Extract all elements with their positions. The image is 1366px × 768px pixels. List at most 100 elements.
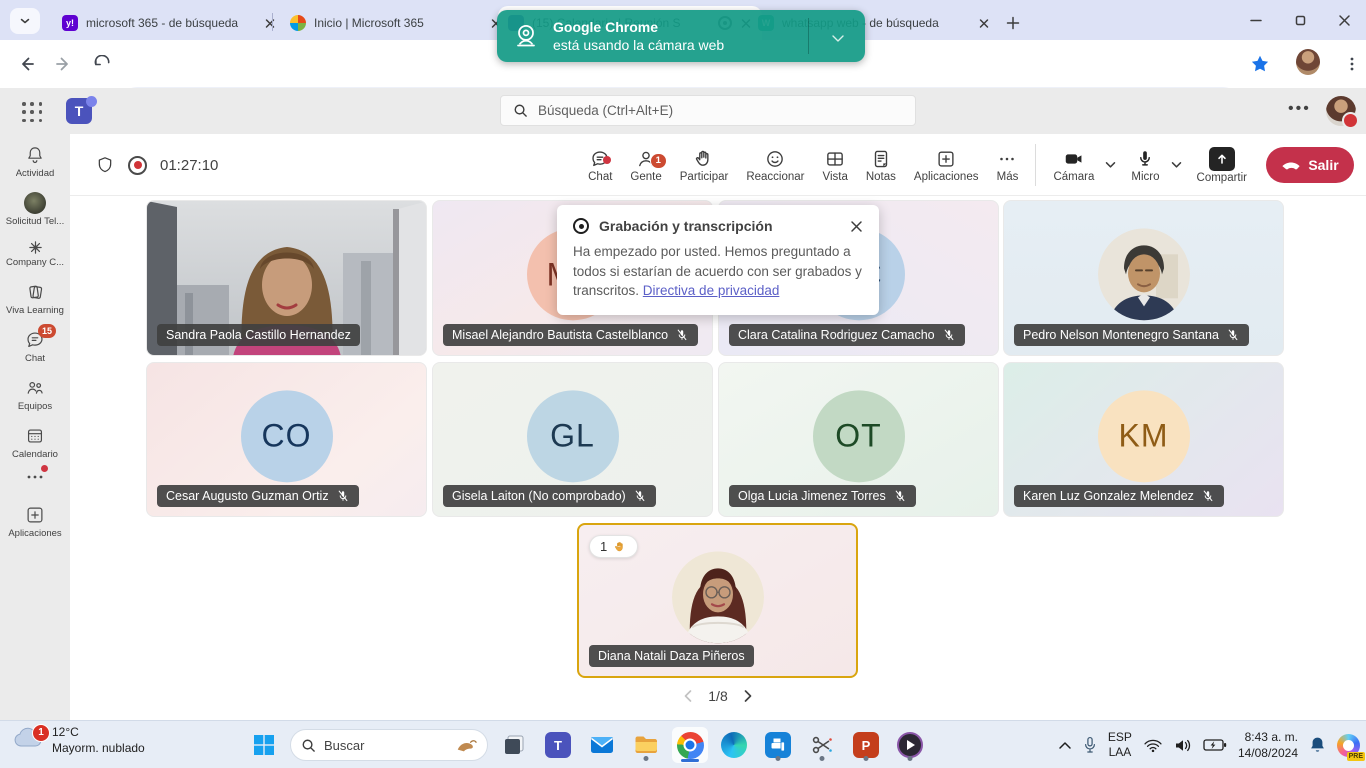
raise-hand-button[interactable]: Participar	[671, 148, 738, 183]
plus-icon	[1006, 16, 1020, 30]
tray-date: 14/08/2024	[1238, 745, 1298, 761]
camera-button[interactable]: Cámara	[1044, 148, 1103, 183]
wifi-icon[interactable]	[1143, 738, 1163, 753]
running-indicator	[820, 756, 825, 761]
window-maximize-button[interactable]	[1278, 0, 1322, 40]
taskbar-search[interactable]: Buscar	[290, 729, 488, 761]
tab-title: microsoft 365 - de búsqueda	[86, 16, 256, 30]
chevron-down-icon	[1171, 161, 1182, 169]
close-tab-icon[interactable]	[978, 18, 990, 29]
close-tab-icon[interactable]	[264, 18, 276, 29]
battery-charging-icon[interactable]	[1203, 738, 1227, 752]
sidebar-item-viva-learning[interactable]: Viva Learning	[0, 281, 70, 316]
clock[interactable]: 8:43 a. m. 14/08/2024	[1238, 729, 1298, 761]
participant-tile-olga[interactable]: OT Olga Lucia Jimenez Torres	[718, 362, 999, 517]
chat-button[interactable]: Chat	[579, 148, 621, 183]
next-page-icon[interactable]	[742, 689, 754, 703]
participant-tile-diana[interactable]: 1 Diana Natali Daza Piñeros	[577, 523, 858, 678]
teams-profile-avatar[interactable]	[1326, 96, 1356, 126]
meeting-stage: Sandra Paola Castillo Hernandez MC Misae…	[70, 196, 1366, 720]
webcam-icon	[511, 21, 541, 51]
avatar	[1296, 49, 1320, 75]
language-indicator[interactable]: ESP LAA	[1108, 730, 1132, 760]
participant-tile-karen[interactable]: KM Karen Luz Gonzalez Melendez	[1003, 362, 1284, 517]
taskbar-teams-icon[interactable]: T	[540, 727, 576, 763]
tab-m365-home[interactable]: Inicio | Microsoft 365	[280, 6, 512, 40]
new-tab-button[interactable]	[1000, 10, 1026, 36]
more-button[interactable]: Más	[987, 148, 1027, 183]
reload-button[interactable]	[90, 52, 114, 76]
mic-muted-icon	[633, 489, 647, 503]
profile-avatar[interactable]	[1296, 50, 1320, 74]
close-icon[interactable]	[850, 220, 863, 233]
taskbar-scan-app-icon[interactable]	[760, 727, 796, 763]
copilot-icon[interactable]: PRE	[1337, 734, 1360, 757]
back-button[interactable]	[14, 52, 38, 76]
chevron-down-icon	[19, 15, 31, 27]
forward-button[interactable]	[52, 52, 76, 76]
chrome-camera-notification[interactable]: Google Chrome está usando la cámara web	[497, 10, 865, 62]
taskbar-snipping-icon[interactable]	[804, 727, 840, 763]
sidebar-item-actividad[interactable]: Actividad	[0, 144, 70, 179]
sidebar-item-aplicaciones[interactable]: Aplicaciones	[0, 504, 70, 539]
notification-bell-icon[interactable]	[1309, 736, 1326, 754]
chrome-icon	[677, 732, 704, 759]
mic-options-chevron[interactable]	[1169, 156, 1184, 174]
apps-button[interactable]: Aplicaciones	[905, 148, 988, 183]
flower-icon	[28, 240, 43, 255]
taskbar-file-explorer-icon[interactable]	[628, 727, 664, 763]
sidebar-item-chat[interactable]: 15 Chat	[0, 329, 70, 364]
react-button[interactable]: Reaccionar	[737, 148, 813, 183]
sidebar-item-calendario[interactable]: Calendario	[0, 425, 70, 460]
taskbar-edge-icon[interactable]	[716, 727, 752, 763]
taskbar-mail-icon[interactable]	[584, 727, 620, 763]
sidebar-item-company[interactable]: Company C...	[0, 240, 70, 268]
sidebar-item-solicitud[interactable]: Solicitud Tel...	[0, 192, 70, 227]
edge-icon	[721, 732, 747, 758]
share-button[interactable]: Compartir	[1188, 147, 1256, 184]
mic-muted-icon	[1226, 328, 1240, 342]
view-button[interactable]: Vista	[814, 148, 857, 183]
participant-tile-pedro[interactable]: Pedro Nelson Montenegro Santana	[1003, 200, 1284, 356]
browser-menu-button[interactable]	[1340, 52, 1364, 76]
sidebar-item-equipos[interactable]: Equipos	[0, 377, 70, 412]
participant-nameplate: Cesar Augusto Guzman Ortiz	[157, 485, 359, 507]
sidebar-item-more[interactable]	[0, 473, 70, 481]
people-button[interactable]: 1 Gente	[621, 148, 670, 183]
calendar-icon	[24, 425, 46, 447]
task-view-button[interactable]	[496, 727, 532, 763]
bookmark-star-button[interactable]	[1248, 52, 1272, 76]
leave-button[interactable]: Salir	[1266, 147, 1354, 183]
chat-badge: 15	[38, 324, 56, 338]
avatar-photo	[1098, 228, 1190, 320]
presence-dot	[1342, 112, 1359, 129]
mic-button[interactable]: Micro	[1122, 148, 1168, 183]
mic-muted-icon	[893, 489, 907, 503]
tray-overflow-chevron[interactable]	[1058, 740, 1072, 750]
previous-page-icon[interactable]	[682, 689, 694, 703]
weather-temp: 12°C	[52, 724, 145, 740]
privacy-policy-link[interactable]: Directiva de privacidad	[643, 283, 780, 298]
taskbar-chrome-icon[interactable]	[672, 727, 708, 763]
participant-tile-sandra[interactable]: Sandra Paola Castillo Hernandez	[146, 200, 427, 356]
window-minimize-button[interactable]	[1234, 0, 1278, 40]
tray-mic-icon[interactable]	[1083, 736, 1097, 754]
tab-yahoo-search[interactable]: y! microsoft 365 - de búsqueda	[52, 6, 286, 40]
taskbar-powerpoint-icon[interactable]: P	[848, 727, 884, 763]
chevron-down-icon[interactable]	[831, 34, 845, 44]
taskbar-media-player-icon[interactable]	[892, 727, 928, 763]
participant-tile-cesar[interactable]: CO Cesar Augusto Guzman Ortiz	[146, 362, 427, 517]
window-close-button[interactable]	[1322, 0, 1366, 40]
teams-search-bar[interactable]: Búsqueda (Ctrl+Alt+E)	[500, 95, 916, 126]
app-launcher-button[interactable]	[22, 102, 44, 124]
screen: y! microsoft 365 - de búsqueda Inicio | …	[0, 0, 1366, 768]
speaker-icon[interactable]	[1174, 738, 1192, 753]
participant-tile-gisela[interactable]: GL Gisela Laiton (No comprobado)	[432, 362, 713, 517]
shield-icon[interactable]	[95, 155, 115, 175]
camera-options-chevron[interactable]	[1103, 156, 1118, 174]
start-button[interactable]	[246, 727, 282, 763]
weather-widget[interactable]: 1 12°C Mayorm. nublado	[12, 724, 145, 756]
teams-more-options-button[interactable]: •••	[1288, 100, 1311, 118]
tab-search-chevron-button[interactable]	[10, 8, 40, 34]
notes-button[interactable]: Notas	[857, 148, 905, 183]
